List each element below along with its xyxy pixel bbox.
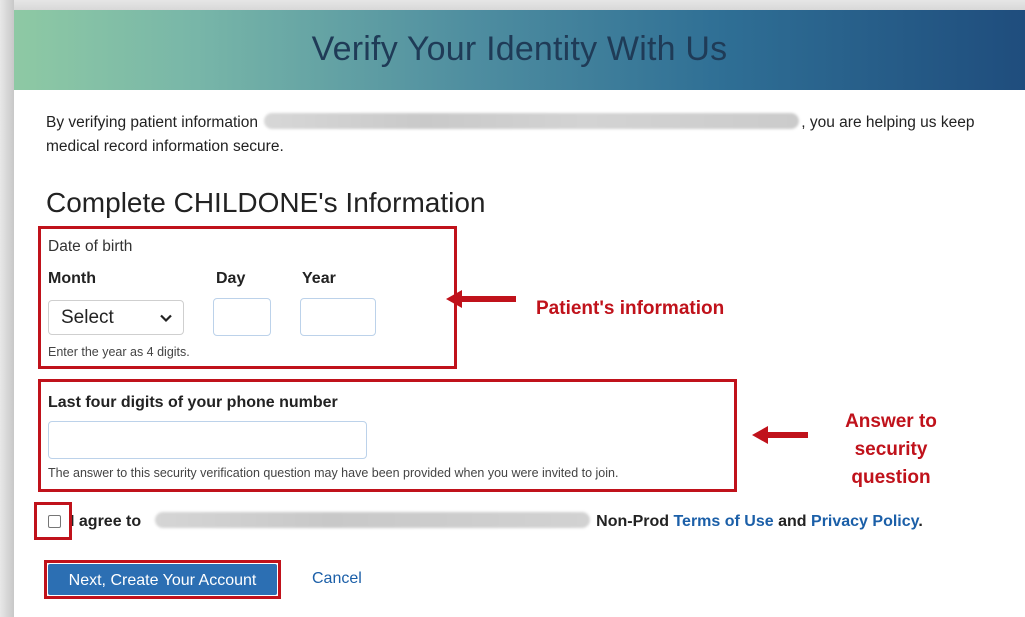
non-prod-label: Non-Prod [596, 513, 670, 530]
page-banner: Verify Your Identity With Us [14, 10, 1025, 90]
agree-period: . [918, 513, 923, 530]
annotation-patient-info: Patient's information [536, 298, 725, 319]
window-frame-left [0, 0, 14, 617]
privacy-policy-link[interactable]: Privacy Policy [811, 513, 918, 530]
annotation-box-patient-info [38, 226, 457, 369]
agree-and: and [778, 513, 807, 530]
section-title: Complete CHILDONE's Information [46, 187, 486, 218]
arrow-left-icon [446, 290, 516, 308]
intro-text: By verifying patient information , you a… [46, 111, 1006, 159]
redacted-organization-name [155, 512, 591, 528]
page-title: Verify Your Identity With Us [311, 30, 728, 68]
annotation-box-checkbox [34, 502, 72, 540]
annotation-box-next-button [44, 560, 281, 599]
agree-prefix: I agree to [70, 513, 142, 530]
agree-text: I agree to Non-Prod Terms of Use and Priv… [70, 512, 923, 531]
redacted-organization-name [264, 113, 800, 129]
cancel-link[interactable]: Cancel [312, 570, 362, 588]
annotation-security-answer: Answer to security question [845, 411, 937, 488]
window-frame-top [0, 0, 1025, 10]
verify-identity-panel: Verify Your Identity With Us By verifyin… [14, 10, 1025, 617]
terms-of-use-link[interactable]: Terms of Use [673, 513, 773, 530]
arrow-left-icon [752, 426, 808, 444]
annotation-box-security-question [38, 379, 737, 492]
intro-text-start: By verifying patient information [46, 114, 263, 131]
